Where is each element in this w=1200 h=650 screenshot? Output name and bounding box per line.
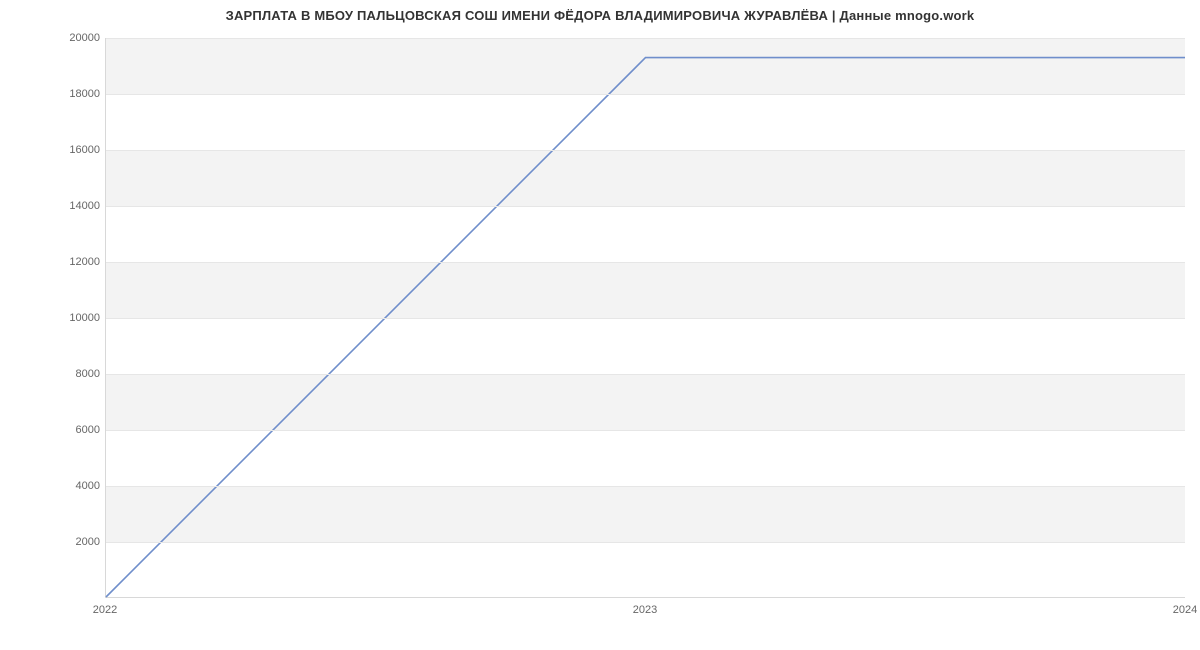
- y-tick-label: 16000: [55, 144, 100, 156]
- y-gridline: [106, 94, 1185, 95]
- y-tick-label: 18000: [55, 88, 100, 100]
- chart-title: ЗАРПЛАТА В МБОУ ПАЛЬЦОВСКАЯ СОШ ИМЕНИ ФЁ…: [0, 8, 1200, 23]
- plot-area: [105, 38, 1185, 598]
- y-gridline: [106, 38, 1185, 39]
- x-tick-label: 2023: [633, 604, 657, 616]
- y-tick-label: 8000: [55, 368, 100, 380]
- y-tick-label: 20000: [55, 32, 100, 44]
- x-tick-label: 2022: [93, 604, 117, 616]
- y-tick-label: 2000: [55, 536, 100, 548]
- y-gridline: [106, 262, 1185, 263]
- y-gridline: [106, 542, 1185, 543]
- y-gridline: [106, 374, 1185, 375]
- y-gridline: [106, 430, 1185, 431]
- y-tick-label: 4000: [55, 480, 100, 492]
- y-tick-label: 10000: [55, 312, 100, 324]
- y-gridline: [106, 318, 1185, 319]
- y-tick-label: 12000: [55, 256, 100, 268]
- chart-container: ЗАРПЛАТА В МБОУ ПАЛЬЦОВСКАЯ СОШ ИМЕНИ ФЁ…: [0, 0, 1200, 650]
- y-gridline: [106, 150, 1185, 151]
- y-tick-label: 6000: [55, 424, 100, 436]
- y-tick-label: 14000: [55, 200, 100, 212]
- y-gridline: [106, 206, 1185, 207]
- x-tick-label: 2024: [1173, 604, 1197, 616]
- y-gridline: [106, 486, 1185, 487]
